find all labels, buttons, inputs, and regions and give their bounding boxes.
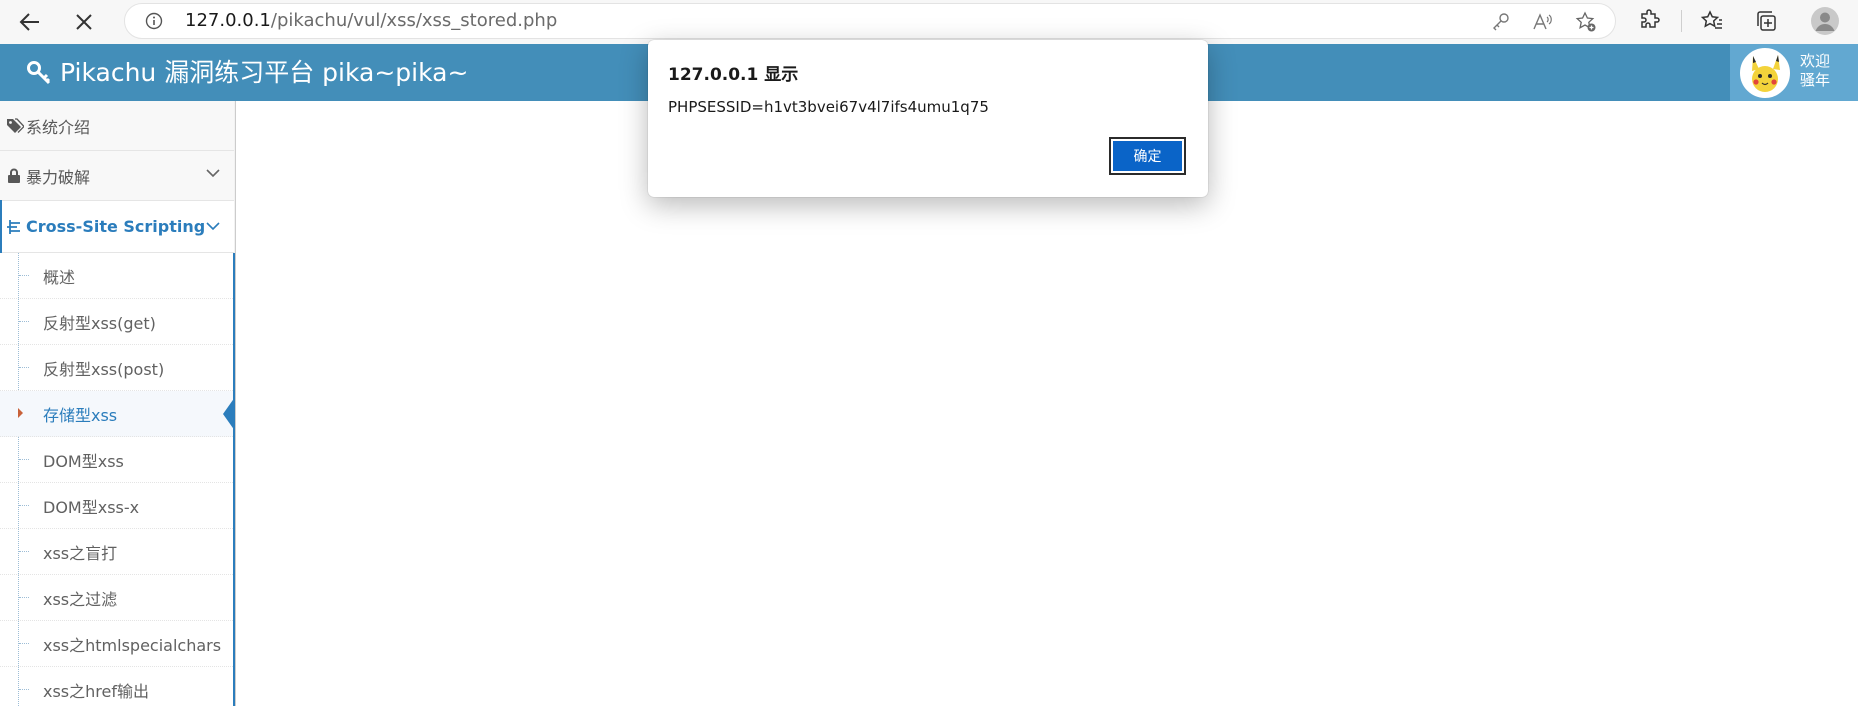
welcome-line-2: 骚年 [1800, 71, 1831, 89]
pikachu-avatar-icon [1742, 50, 1788, 96]
chevron-down-icon [206, 222, 220, 231]
app-title: Pikachu 漏洞练习平台 pika~pika~ [60, 58, 469, 87]
browser-toolbar: 127.0.0.1/pikachu/vul/xss/xss_stored.php [0, 0, 1858, 44]
ok-button[interactable]: 确定 [1109, 137, 1186, 175]
collections-icon[interactable] [1754, 9, 1778, 33]
submenu-item-dom[interactable]: DOM型xss [0, 437, 233, 483]
brand[interactable]: Pikachu 漏洞练习平台 pika~pika~ [26, 44, 468, 101]
close-icon [76, 14, 92, 30]
key-icon[interactable] [1491, 12, 1511, 32]
sidebar-item-label: 暴力破解 [26, 167, 91, 187]
chevron-down-icon [206, 169, 220, 178]
sidebar-item-intro[interactable]: 系统介绍 [0, 101, 234, 151]
arrow-left-icon [19, 13, 39, 31]
submenu-item-label: xss之href输出 [43, 681, 149, 701]
address-bar[interactable]: 127.0.0.1/pikachu/vul/xss/xss_stored.php [124, 3, 1616, 39]
profile-avatar-icon[interactable] [1810, 6, 1840, 36]
sitemap-icon [7, 219, 20, 234]
submenu-item-overview[interactable]: 概述 [0, 253, 233, 299]
back-button[interactable] [14, 6, 46, 38]
submenu-item-label: xss之过滤 [43, 589, 118, 609]
submenu-item-label: xss之htmlspecialchars [43, 635, 222, 655]
welcome-text: 欢迎 骚年 [1800, 52, 1830, 90]
favorites-icon[interactable] [1700, 9, 1724, 33]
url-host: 127.0.0.1 [185, 10, 271, 31]
read-aloud-icon[interactable] [1531, 11, 1553, 33]
sidebar: 系统介绍 暴力破解 Cross-Site Scripting 概述 反射型xss… [0, 101, 236, 706]
submenu-item-label: 存储型xss [43, 405, 118, 425]
add-favorite-icon[interactable] [1575, 11, 1597, 33]
tags-icon [7, 117, 24, 133]
info-icon[interactable] [145, 12, 163, 30]
url-text: 127.0.0.1/pikachu/vul/xss/xss_stored.php [185, 4, 557, 38]
sidebar-item-xss[interactable]: Cross-Site Scripting [0, 200, 234, 253]
submenu-item-label: 概述 [43, 267, 76, 287]
submenu-item-htmlspecialchars[interactable]: xss之htmlspecialchars [0, 621, 233, 667]
submenu-item-reflected-get[interactable]: 反射型xss(get) [0, 299, 233, 345]
sidebar-item-brute-force[interactable]: 暴力破解 [0, 151, 234, 201]
dialog-message: PHPSESSID=h1vt3bvei67v4l7ifs4umu1q75 [668, 98, 989, 116]
submenu-item-reflected-post[interactable]: 反射型xss(post) [0, 345, 233, 391]
user-menu[interactable]: 欢迎 骚年 [1730, 44, 1858, 101]
divider [1681, 10, 1682, 32]
key-icon [27, 60, 51, 84]
submenu-item-blind[interactable]: xss之盲打 [0, 529, 233, 575]
sidebar-item-label: Cross-Site Scripting [26, 217, 206, 236]
lock-icon [8, 168, 20, 183]
submenu-item-label: DOM型xss [43, 451, 124, 471]
caret-right-icon [18, 408, 23, 418]
avatar [1740, 48, 1790, 98]
submenu-item-stored[interactable]: 存储型xss [0, 391, 235, 437]
submenu-item-label: xss之盲打 [43, 543, 118, 563]
submenu-item-label: DOM型xss-x [43, 497, 140, 517]
active-indicator [223, 397, 235, 431]
xss-submenu: 概述 反射型xss(get) 反射型xss(post) 存储型xss DOM型x… [0, 253, 235, 706]
alert-dialog: 127.0.0.1 显示 PHPSESSID=h1vt3bvei67v4l7if… [648, 40, 1208, 197]
stop-loading-button[interactable] [68, 6, 100, 38]
submenu-item-filter[interactable]: xss之过滤 [0, 575, 233, 621]
extensions-icon[interactable] [1638, 9, 1662, 33]
url-path: /pikachu/vul/xss/xss_stored.php [270, 10, 558, 31]
submenu-item-label: 反射型xss(post) [43, 359, 165, 379]
sidebar-item-label: 系统介绍 [26, 117, 91, 137]
welcome-line-1: 欢迎 [1800, 52, 1831, 70]
dialog-title: 127.0.0.1 显示 [668, 65, 799, 85]
submenu-item-dom-x[interactable]: DOM型xss-x [0, 483, 233, 529]
submenu-item-href-output[interactable]: xss之href输出 [0, 667, 233, 706]
submenu-item-label: 反射型xss(get) [43, 313, 156, 333]
